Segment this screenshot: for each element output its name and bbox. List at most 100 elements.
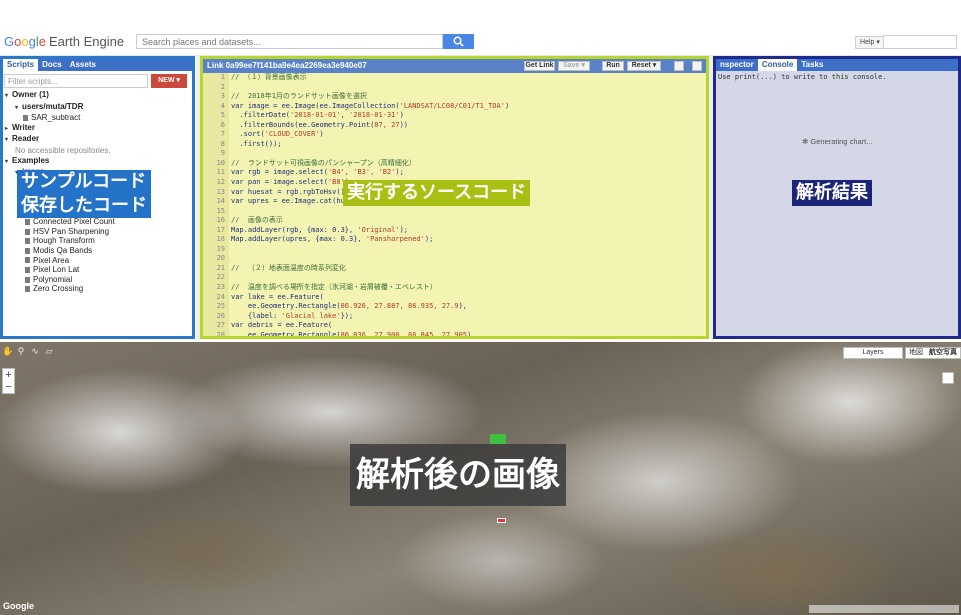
region-marker[interactable] [490, 434, 506, 444]
code-line[interactable]: 21 // （２）地表面温度の時系列変化 [203, 264, 706, 274]
script-file-item[interactable]: Zero Crossing [5, 284, 192, 294]
code-line[interactable]: 10 // ランドサット可視画像のパンシャープン（高精細化） [203, 159, 706, 169]
caret-icon: ▾ [5, 137, 9, 144]
tab-scripts[interactable]: Scripts [3, 59, 39, 71]
code-token: ee.Geometry.Rectangle( [231, 330, 341, 339]
tree-folder-item[interactable]: ▾ Examples [5, 156, 192, 168]
earth-engine-logo[interactable]: Google Earth Engine [4, 34, 124, 49]
line-number: 28 [216, 330, 225, 339]
code-token: ) [319, 130, 324, 139]
tree-folder-item[interactable]: ▾ Reader [5, 134, 192, 146]
script-file-item[interactable]: Hough Transform [5, 236, 192, 246]
map-type-map[interactable]: 地図 [906, 348, 926, 358]
code-line[interactable]: 22 [203, 273, 706, 283]
code-line[interactable]: 18 Map.addLayer(upres, {max: 0.3}, 'Pansh… [203, 235, 706, 245]
code-line[interactable]: 1 // （１）背景画像表示 [203, 73, 706, 83]
code-line[interactable]: 16 // 画像の表示 [203, 216, 706, 226]
get-link-button[interactable]: Get Link [524, 61, 555, 71]
line-number: 19 [216, 244, 225, 253]
line-number: 23 [216, 283, 225, 292]
file-icon [25, 257, 30, 264]
code-line[interactable]: 6 .filterBounds(ee.Geometry.Point(87, 27… [203, 121, 706, 131]
line-number: 1 [220, 73, 225, 81]
code-token: 'B4', 'B3', 'B2' [327, 168, 396, 177]
gear-icon[interactable] [692, 61, 702, 71]
tree-item-label: Writer [12, 122, 35, 132]
tree-folder-item[interactable]: ▾ users/muta/TDR [5, 102, 192, 114]
line-number: 2 [220, 82, 225, 91]
script-file-item[interactable]: HSV Pan Sharpening [5, 227, 192, 237]
code-line[interactable]: 19 [203, 245, 706, 255]
code-line[interactable]: 24 var lake = ee.Feature( [203, 293, 706, 303]
code-line[interactable]: 20 [203, 254, 706, 264]
tree-item-label: HSV Pan Sharpening [33, 226, 110, 236]
tree-item-label: Pixel Area [33, 255, 70, 265]
map-drawing-tools: ✋ ⚲ ∿ ▱ [2, 346, 54, 358]
code-line[interactable]: 17 Map.addLayer(rgb, {max: 0.3}, 'Origina… [203, 226, 706, 236]
zoom-out-button[interactable]: − [3, 381, 14, 393]
file-icon [25, 247, 30, 254]
caret-icon: ▸ [5, 125, 9, 132]
region-marker[interactable] [497, 518, 506, 523]
tab-assets[interactable]: Assets [66, 59, 100, 71]
script-file-item[interactable]: SAR_subtract [5, 113, 192, 123]
code-line[interactable]: 2 [203, 83, 706, 93]
code-line[interactable]: 7 .sort('CLOUD_COVER') [203, 130, 706, 140]
code-token: 'Pansharpened' [365, 235, 425, 244]
script-link[interactable]: Link 0a99ee7f141ba9e4ea2269ea3e940e07 [207, 61, 367, 70]
logo-letter: o [21, 34, 29, 49]
run-button[interactable]: Run [602, 61, 624, 71]
account-box[interactable] [883, 35, 957, 49]
hand-icon[interactable]: ✋ [2, 346, 13, 356]
help-button[interactable]: Help ▾ [855, 36, 885, 49]
layers-button[interactable]: Layers [843, 347, 903, 359]
file-icon [25, 276, 30, 283]
search-input[interactable] [136, 34, 443, 49]
code-line[interactable]: 9 [203, 149, 706, 159]
script-file-item[interactable]: Modis Qa Bands [5, 246, 192, 256]
code-line[interactable]: 11 var rgb = image.select('B4', 'B3', 'B2… [203, 168, 706, 178]
tab-console[interactable]: Console [757, 59, 798, 71]
tab-inspector[interactable]: nspector [716, 59, 758, 71]
polygon-icon[interactable]: ▱ [44, 346, 54, 356]
marker-icon[interactable]: ⚲ [16, 346, 26, 356]
code-token: var rgb = image.select( [231, 168, 328, 177]
code-line[interactable]: 5 .filterDate('2018-01-01', '2018-01-31'… [203, 111, 706, 121]
tab-tasks[interactable]: Tasks [797, 59, 827, 71]
script-file-item[interactable]: Polynomial [5, 275, 192, 285]
right-tabs: nspector Console Tasks [716, 59, 958, 71]
code-line[interactable]: 26 {label: 'Glacial lake'}); [203, 312, 706, 322]
panel-divider[interactable] [196, 56, 200, 339]
code-line[interactable]: 3 // 2018年1月のランドサット画像を選択 [203, 92, 706, 102]
code-line[interactable]: 4 var image = ee.Image(ee.ImageCollection… [203, 102, 706, 112]
zoom-in-button[interactable]: + [3, 369, 14, 381]
code-line[interactable]: 25 ee.Geometry.Rectangle(86.926, 27.887,… [203, 302, 706, 312]
script-file-item[interactable]: Pixel Lon Lat [5, 265, 192, 275]
code-line[interactable]: 28 ee.Geometry.Rectangle(86.836, 27.900,… [203, 330, 706, 339]
line-number: 26 [216, 311, 225, 320]
code-line[interactable]: 23 // 温度を調べる場所を指定（氷河湖・岩屑被覆・エベレスト） [203, 283, 706, 293]
generating-chart-status: ✻ Generating chart... [802, 137, 873, 146]
code-token: // ランドサット可視画像のパンシャープン（高精細化） [231, 158, 416, 167]
tree-folder-item[interactable]: ▾ Owner (1) [5, 90, 192, 102]
code-token: .sort( [231, 130, 265, 139]
filter-scripts-input[interactable] [4, 74, 148, 88]
new-script-button[interactable]: NEW ▾ [151, 74, 187, 88]
save-button[interactable]: Save ▾ [558, 61, 590, 71]
map-type-satellite[interactable]: 航空写真 [926, 348, 960, 358]
search-button[interactable] [443, 34, 474, 49]
script-file-item[interactable]: Pixel Area [5, 256, 192, 266]
line-number: 16 [216, 216, 225, 225]
line-number: 13 [216, 187, 225, 196]
fullscreen-icon[interactable] [942, 372, 954, 384]
reset-button[interactable]: Reset ▾ [627, 61, 661, 71]
code-line[interactable]: 15 [203, 207, 706, 217]
tree-item-label: No accessible repositories. [15, 145, 111, 155]
script-file-item[interactable]: Connected Pixel Count [5, 217, 192, 227]
tree-folder-item[interactable]: ▸ Writer [5, 123, 192, 135]
apps-icon[interactable] [674, 61, 684, 71]
line-icon[interactable]: ∿ [30, 346, 40, 356]
tab-docs[interactable]: Docs [38, 59, 66, 71]
code-line[interactable]: 8 .first()); [203, 140, 706, 150]
code-line[interactable]: 27 var debris = ee.Feature( [203, 321, 706, 331]
